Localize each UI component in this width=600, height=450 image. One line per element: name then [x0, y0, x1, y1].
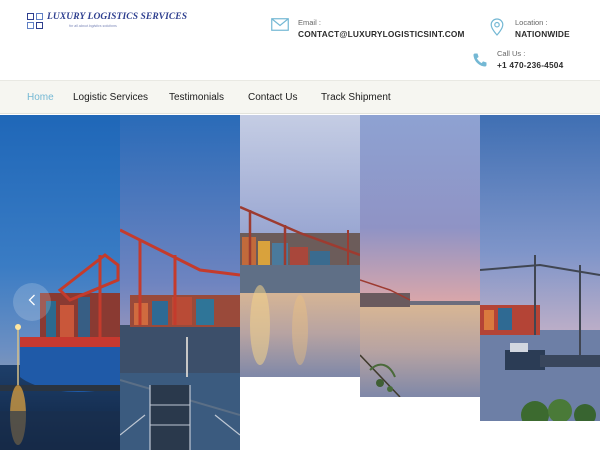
logo-title: LUXURY LOGISTICS SERVICES — [47, 12, 188, 22]
location-label: Location : — [515, 18, 548, 27]
chevron-left-icon — [28, 293, 36, 311]
main-nav: Home Logistic Services Testimonials Cont… — [0, 80, 600, 114]
nav-item-testimonials[interactable]: Testimonials — [169, 92, 224, 103]
email-value[interactable]: CONTACT@LUXURYLOGISTICSINT.COM — [298, 28, 465, 41]
logo[interactable]: LUXURY LOGISTICS SERVICES for all about … — [27, 12, 187, 30]
contact-call: Call Us : +1 470-236-4504 — [472, 49, 563, 73]
call-label: Call Us : — [497, 49, 526, 58]
hero-image-slice-4 — [360, 115, 480, 397]
nav-item-contact-us[interactable]: Contact Us — [248, 92, 297, 103]
map-pin-icon — [490, 18, 504, 41]
nav-item-logistic-services[interactable]: Logistic Services — [73, 92, 148, 103]
phone-icon — [472, 52, 488, 73]
email-label: Email : — [298, 18, 321, 27]
top-header: LUXURY LOGISTICS SERVICES for all about … — [0, 0, 600, 80]
logo-mark-icon — [27, 13, 44, 30]
call-value[interactable]: +1 470-236-4504 — [497, 59, 563, 72]
location-value: NATIONWIDE — [515, 29, 570, 39]
slider-prev-button[interactable] — [13, 283, 51, 321]
hero-image-slice-1 — [0, 115, 120, 450]
contact-email: Email : CONTACT@LUXURYLOGISTICSINT.COM — [271, 18, 465, 41]
hero-image-slice-3 — [240, 115, 360, 377]
hero-slider — [0, 115, 600, 450]
hero-image-slice-5 — [480, 115, 600, 421]
nav-item-home[interactable]: Home — [27, 92, 54, 103]
contact-location: Location : NATIONWIDE — [490, 18, 570, 41]
hero-image-slice-2 — [120, 115, 240, 450]
logo-tagline: for all about logistics solutions — [69, 24, 117, 28]
nav-item-track-shipment[interactable]: Track Shipment — [321, 92, 391, 103]
envelope-icon — [271, 18, 289, 36]
